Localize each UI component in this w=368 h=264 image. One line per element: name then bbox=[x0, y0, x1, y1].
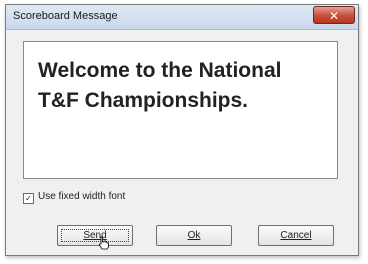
title-bar[interactable]: Scoreboard Message ✕ bbox=[6, 5, 358, 30]
scoreboard-message-dialog: Scoreboard Message ✕ Welcome to the Nati… bbox=[5, 4, 359, 256]
close-icon: ✕ bbox=[328, 9, 340, 23]
check-icon: ✓ bbox=[25, 194, 32, 203]
send-button[interactable]: Send bbox=[57, 225, 133, 246]
message-text: Welcome to the National T&F Championship… bbox=[38, 59, 282, 112]
cancel-button[interactable]: Cancel bbox=[258, 225, 334, 246]
fixed-width-font-checkbox[interactable]: ✓ bbox=[23, 193, 34, 204]
hand-cursor-icon bbox=[99, 236, 109, 250]
window-title: Scoreboard Message bbox=[13, 10, 118, 22]
fixed-width-font-label[interactable]: Use fixed width font bbox=[38, 191, 188, 202]
close-button[interactable]: ✕ bbox=[313, 6, 355, 24]
ok-button[interactable]: Ok bbox=[156, 225, 232, 246]
cancel-button-label: Cancel bbox=[280, 230, 312, 241]
ok-button-label: Ok bbox=[187, 230, 201, 241]
message-textarea[interactable]: Welcome to the National T&F Championship… bbox=[23, 41, 338, 179]
